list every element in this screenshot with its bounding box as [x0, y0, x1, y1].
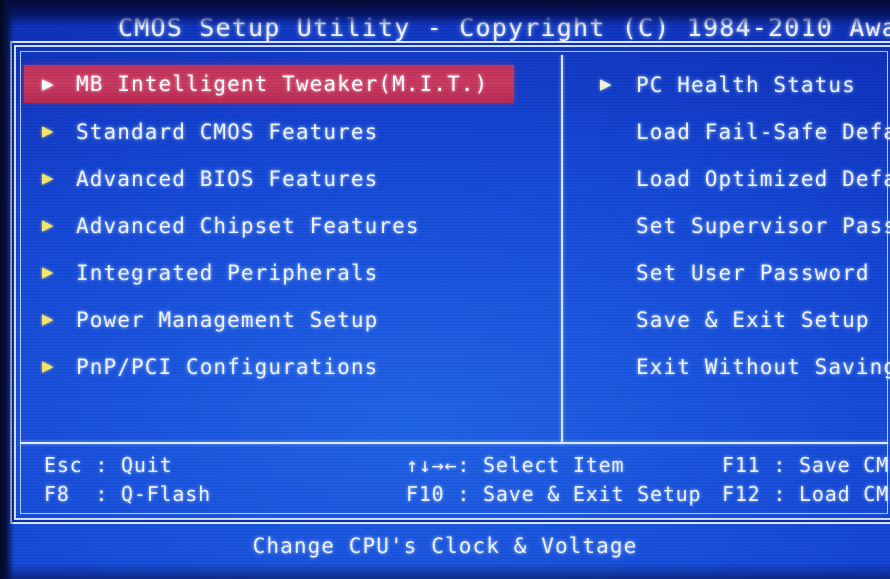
- menu-item-mb-intelligent-tweaker[interactable]: ▶ MB Intelligent Tweaker(M.I.T.): [24, 65, 514, 103]
- menu-item-label: Advanced Chipset Features: [76, 213, 420, 238]
- page-title: CMOS Setup Utility - Copyright (C) 1984-…: [118, 13, 890, 42]
- help-section-divider: [20, 442, 888, 444]
- menu-item-label: Standard CMOS Features: [76, 119, 379, 144]
- menu-item-load-optimized-defaults[interactable]: ▶ Load Optimized Defaul: [576, 155, 890, 202]
- menu-column-right: ▶ PC Health Status ▶ Load Fail-Safe Defa…: [576, 61, 890, 390]
- menu-item-power-management-setup[interactable]: ▶ Power Management Setup: [24, 296, 544, 343]
- menu-item-load-fail-safe-defaults[interactable]: ▶ Load Fail-Safe Defaul: [576, 108, 890, 155]
- menu-item-advanced-chipset-features[interactable]: ▶ Advanced Chipset Features: [24, 202, 544, 249]
- right-triangle-icon: ▶: [42, 308, 54, 330]
- key-legend-f10-save-exit: F10 : Save & Exit Setup: [406, 482, 702, 506]
- menu-item-advanced-bios-features[interactable]: ▶ Advanced BIOS Features: [24, 155, 544, 202]
- menu-item-label: Exit Without Saving: [636, 354, 890, 379]
- menu-item-set-user-password[interactable]: ▶ Set User Password: [576, 249, 890, 296]
- menu-item-label: Power Management Setup: [76, 307, 379, 332]
- key-legend-f12-load-cmos: F12 : Load CM: [722, 482, 889, 506]
- menu-item-label: Save & Exit Setup: [636, 307, 870, 332]
- menu-item-pc-health-status[interactable]: ▶ PC Health Status: [576, 61, 890, 108]
- menu-item-standard-cmos-features[interactable]: ▶ Standard CMOS Features: [24, 108, 544, 155]
- menu-column-left: ▶ MB Intelligent Tweaker(M.I.T.) ▶ Stand…: [24, 61, 544, 390]
- right-triangle-icon: ▶: [42, 355, 54, 377]
- right-triangle-icon: ▶: [42, 120, 54, 142]
- key-legend-column-right: F11 : Save CM F12 : Load CM: [722, 451, 889, 509]
- menu-item-label: Load Optimized Defaul: [636, 166, 890, 191]
- right-triangle-icon: ▶: [42, 167, 54, 189]
- menu-item-label: Set Supervisor Passwo: [636, 213, 890, 238]
- right-triangle-icon: ▶: [42, 261, 54, 283]
- right-triangle-icon: ▶: [42, 72, 54, 95]
- menu-item-label: MB Intelligent Tweaker(M.I.T.): [76, 72, 489, 96]
- menu-item-label: Set User Password: [636, 260, 870, 285]
- menu-item-save-and-exit-setup[interactable]: ▶ Save & Exit Setup: [576, 296, 890, 343]
- menu-item-label: PC Health Status: [636, 72, 856, 97]
- bios-setup-screen: CMOS Setup Utility - Copyright (C) 1984-…: [0, 0, 890, 579]
- status-description: Change CPU's Clock & Voltage: [252, 534, 638, 558]
- main-panel: ▶ MB Intelligent Tweaker(M.I.T.) ▶ Stand…: [14, 45, 890, 520]
- menu-item-integrated-peripherals[interactable]: ▶ Integrated Peripherals: [24, 249, 544, 296]
- menu-item-exit-without-saving[interactable]: ▶ Exit Without Saving: [576, 343, 890, 390]
- key-legend-column-middle: ↑↓→←: Select Item F10 : Save & Exit Setu…: [406, 451, 701, 509]
- key-legend-esc-quit: Esc : Quit: [44, 453, 173, 477]
- right-triangle-icon: ▶: [42, 214, 54, 236]
- menu-item-label: PnP/PCI Configurations: [76, 354, 379, 379]
- key-legend-column-left: Esc : Quit F8 : Q-Flash: [44, 451, 211, 509]
- title-bar: CMOS Setup Utility - Copyright (C) 1984-…: [0, 12, 890, 46]
- column-divider: [561, 55, 563, 444]
- menu-item-label: Advanced BIOS Features: [76, 166, 379, 191]
- right-triangle-icon: ▶: [600, 73, 612, 95]
- menu-item-set-supervisor-password[interactable]: ▶ Set Supervisor Passwo: [576, 202, 890, 249]
- key-legend-f11-save-cmos: F11 : Save CM: [722, 453, 889, 477]
- key-legend-panel: Esc : Quit F8 : Q-Flash ↑↓→←: Select Ite…: [16, 447, 890, 517]
- key-legend-f8-qflash: F8 : Q-Flash: [44, 482, 211, 506]
- key-legend-arrows-select-item: ↑↓→←: Select Item: [406, 453, 625, 477]
- menu-item-pnp-pci-configurations[interactable]: ▶ PnP/PCI Configurations: [24, 343, 544, 390]
- menu-item-label: Load Fail-Safe Defaul: [636, 119, 890, 144]
- menu-item-label: Integrated Peripherals: [76, 260, 379, 285]
